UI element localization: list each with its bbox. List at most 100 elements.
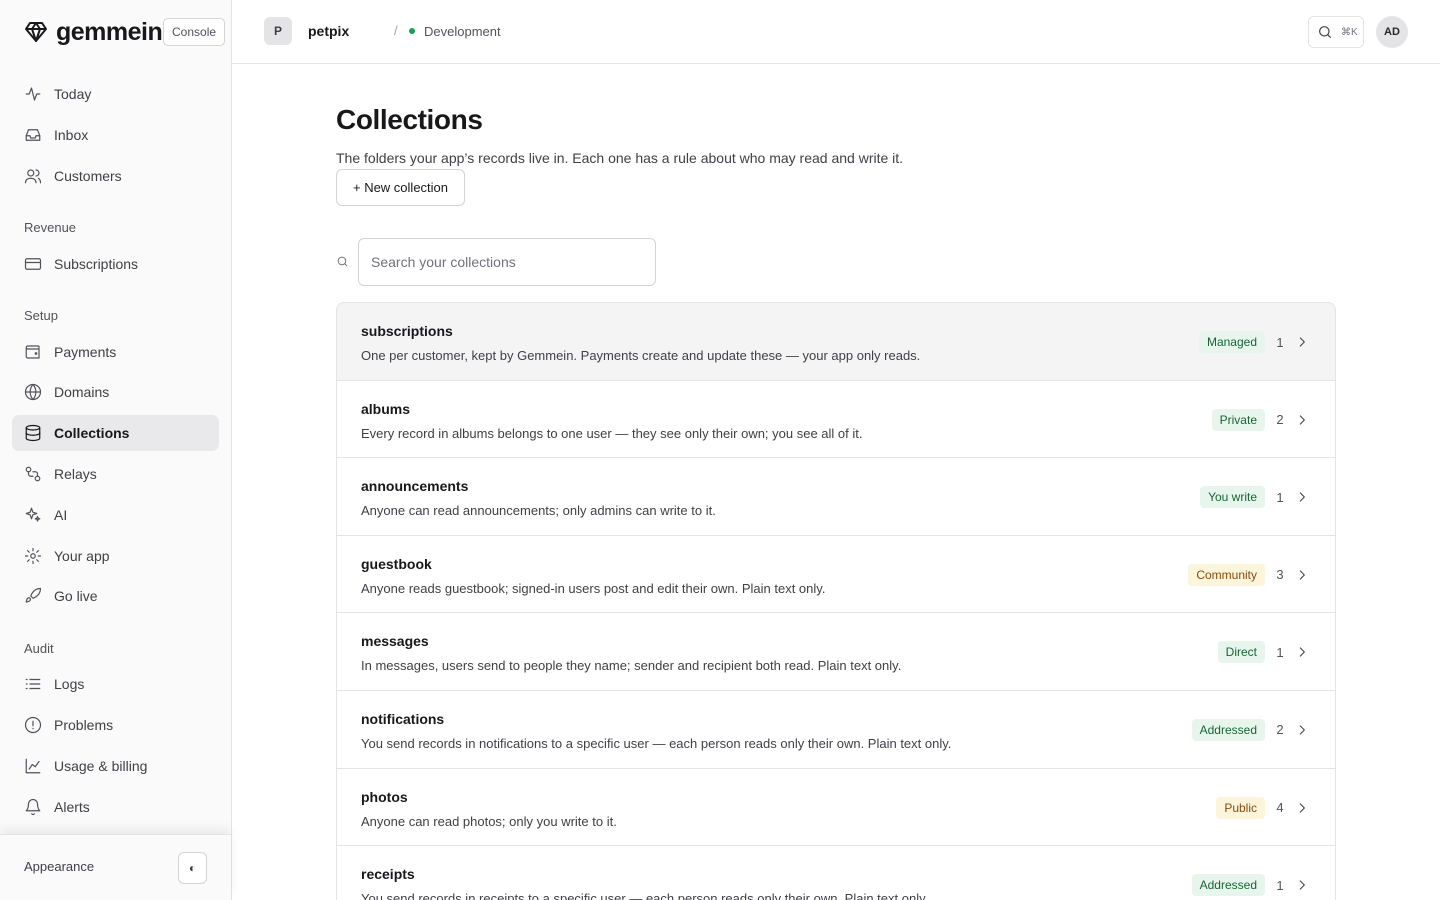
record-count: 4	[1276, 800, 1284, 816]
nav-item-label: Payments	[54, 344, 117, 360]
inbox-icon	[25, 129, 41, 141]
access-badge: Addressed	[1191, 718, 1265, 741]
search-icon	[1319, 26, 1331, 38]
console-badge[interactable]: Console	[163, 18, 226, 46]
nav-item-your-app[interactable]: Your app	[12, 538, 219, 574]
access-badge: Managed	[1198, 331, 1265, 353]
collections-list: subscriptions One per customer, kept by G…	[336, 302, 1336, 900]
nav-item-label: Usage & billing	[54, 758, 148, 774]
collection-description: Anyone reads guestbook; signed-in users …	[361, 580, 826, 596]
list-icon	[25, 678, 41, 690]
collection-name: photos	[361, 788, 408, 805]
bell-icon	[25, 798, 41, 816]
collection-row-announcements[interactable]: announcements Anyone can read announcemen…	[337, 458, 1335, 536]
nav-item-logs[interactable]: Logs	[12, 666, 219, 702]
activity-icon	[25, 87, 41, 101]
section-label-revenue: Revenue	[24, 220, 77, 235]
nav-item-label: AI	[54, 507, 68, 523]
nav-item-collections[interactable]: Collections	[12, 415, 219, 451]
chevron-right-icon	[1299, 880, 1305, 890]
environment-switcher[interactable]: Development	[424, 24, 501, 39]
new-collection-button[interactable]: + New collection	[336, 169, 465, 206]
nav-item-go-live[interactable]: Go live	[12, 578, 219, 614]
nav-item-payments[interactable]: Payments	[12, 334, 219, 370]
collection-name: guestbook	[361, 555, 432, 572]
collection-name: notifications	[361, 710, 445, 727]
nav-item-ai[interactable]: AI	[12, 497, 219, 533]
nav-item-usage-billing[interactable]: Usage & billing	[12, 748, 219, 784]
nav-item-label: Collections	[54, 425, 130, 441]
environment-status-dot	[409, 28, 415, 34]
chevron-right-icon	[1299, 492, 1305, 502]
collections-search-input[interactable]	[358, 238, 656, 286]
collection-meta: Addressed 2	[1191, 718, 1309, 741]
nav-item-problems[interactable]: Problems	[12, 707, 219, 743]
project-avatar[interactable]: P	[264, 17, 292, 45]
nav-item-label: Problems	[54, 717, 114, 733]
topbar: P petpix / Development ⌘K AD	[232, 0, 1440, 64]
alert-circle-icon	[24, 716, 42, 734]
nav-item-label: Your app	[54, 548, 110, 564]
collection-row-albums[interactable]: albums Every record in albums belongs to …	[337, 380, 1335, 459]
page-description: The folders your app’s records live in. …	[336, 150, 904, 166]
collection-row-messages[interactable]: messages In messages, users send to peopl…	[337, 613, 1335, 691]
collection-row-subscriptions[interactable]: subscriptions One per customer, kept by G…	[337, 303, 1335, 381]
access-badge: Direct	[1217, 641, 1265, 664]
record-count: 1	[1276, 877, 1284, 893]
user-avatar[interactable]: AD	[1376, 16, 1408, 48]
access-badge: Private	[1211, 408, 1265, 431]
gear-icon	[24, 547, 42, 565]
access-badge: Public	[1216, 796, 1265, 819]
wallet-icon	[25, 345, 40, 359]
page-title: Collections	[336, 104, 483, 135]
nav-item-label: Domains	[54, 384, 110, 400]
record-count: 2	[1276, 722, 1284, 738]
collection-name: albums	[361, 400, 411, 417]
nav-item-label: Logs	[54, 676, 85, 692]
collection-row-receipts[interactable]: receipts You send records in receipts to …	[337, 846, 1335, 900]
theme-toggle-icon: ◐	[188, 861, 197, 875]
nav-item-subscriptions[interactable]: Subscriptions	[12, 246, 219, 282]
collection-description: One per customer, kept by Gemmein. Payme…	[361, 348, 921, 363]
nav-item-label: Go live	[54, 588, 98, 604]
collection-meta: Direct 1	[1217, 641, 1309, 664]
relay-icon	[25, 466, 41, 482]
collection-meta: You write 1	[1200, 486, 1309, 509]
nav-item-domains[interactable]: Domains	[12, 374, 219, 410]
brand-name: gemmein	[56, 17, 163, 46]
search-icon	[337, 256, 348, 267]
sparkles-icon	[25, 507, 41, 522]
nav-item-inbox[interactable]: Inbox	[12, 117, 219, 153]
collection-description: Every record in albums belongs to one us…	[361, 425, 863, 441]
collection-row-notifications[interactable]: notifications You send records in notific…	[337, 690, 1335, 769]
nav-item-customers[interactable]: Customers	[12, 158, 219, 194]
sidebar-footer: Appearance ◐	[0, 834, 231, 900]
project-name[interactable]: petpix	[308, 23, 349, 39]
chevron-right-icon	[1299, 802, 1305, 813]
search-shortcut: ⌘K	[1341, 26, 1358, 38]
chevron-right-icon	[1299, 570, 1305, 580]
collection-description: Anyone can read announcements; only admi…	[361, 503, 716, 519]
access-badge: You write	[1200, 486, 1265, 509]
theme-toggle-button[interactable]: ◐	[178, 852, 207, 884]
collection-row-photos[interactable]: photos Anyone can read photos; only you w…	[337, 768, 1335, 847]
access-badge: Addressed	[1191, 874, 1265, 897]
nav-item-label: Relays	[54, 466, 97, 482]
collection-description: Anyone can read photos; only you write t…	[361, 813, 617, 829]
command-search-button[interactable]: ⌘K	[1308, 16, 1364, 48]
record-count: 1	[1276, 489, 1284, 505]
nav-item-label: Today	[54, 86, 92, 102]
collection-name: announcements	[361, 478, 469, 495]
nav-item-label: Subscriptions	[54, 256, 139, 272]
collection-row-guestbook[interactable]: guestbook Anyone reads guestbook; signed-…	[337, 535, 1335, 614]
chevron-right-icon	[1299, 647, 1305, 657]
nav-item-relays[interactable]: Relays	[12, 456, 219, 492]
brand-logo-link[interactable]: gemmein	[24, 17, 163, 46]
record-count: 1	[1276, 334, 1284, 350]
collection-description: You send records in receipts to a specif…	[361, 891, 929, 900]
collection-name: subscriptions	[361, 323, 453, 339]
chevron-right-icon	[1299, 337, 1305, 347]
nav-item-alerts[interactable]: Alerts	[12, 789, 219, 825]
sidebar: gemmein Console Today Inbox Customers Re…	[0, 0, 232, 900]
nav-item-today[interactable]: Today	[12, 76, 219, 112]
